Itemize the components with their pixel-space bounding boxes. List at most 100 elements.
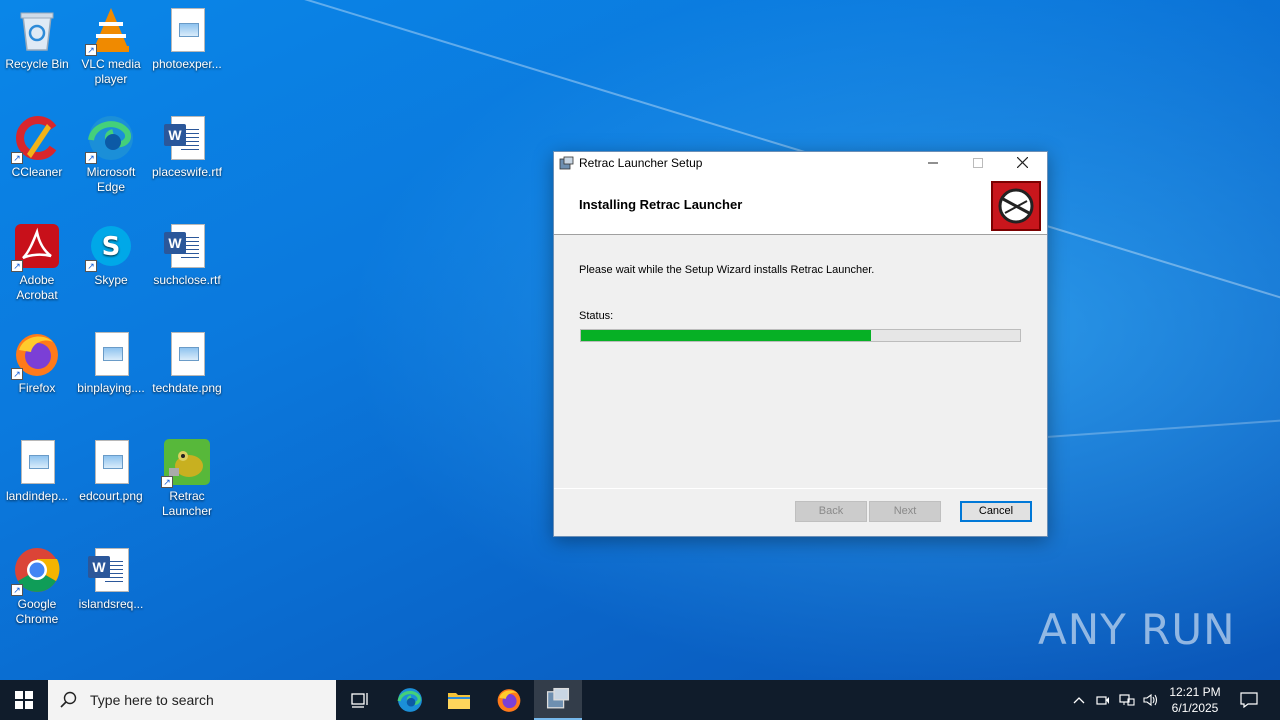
shortcut-arrow-icon: ↗ <box>11 584 23 596</box>
close-icon <box>1016 156 1029 169</box>
desktop-icon-label: Firefox <box>18 381 56 395</box>
installer-icon <box>546 687 570 709</box>
desktop-icon-label: Skype <box>94 273 128 287</box>
tray-meet-now[interactable] <box>1092 680 1114 720</box>
maximize-button <box>955 152 1000 175</box>
installer-icon <box>559 156 574 171</box>
tray-network[interactable] <box>1116 680 1138 720</box>
shortcut-arrow-icon: ↗ <box>11 368 23 380</box>
start-button[interactable] <box>0 680 48 720</box>
dialog-titlebar[interactable]: Retrac Launcher Setup <box>554 152 1047 175</box>
svg-text:S: S <box>102 232 121 262</box>
taskbar-file-explorer[interactable] <box>435 680 483 720</box>
camera-icon <box>1096 696 1109 705</box>
desktop-icon-placeswife[interactable]: W placeswife.rtf <box>149 108 225 180</box>
shortcut-arrow-icon: ↗ <box>11 152 23 164</box>
tray-volume[interactable] <box>1140 680 1162 720</box>
shortcut-arrow-icon: ↗ <box>85 44 97 56</box>
shortcut-arrow-icon: ↗ <box>85 260 97 272</box>
windows-logo-icon <box>15 691 33 709</box>
install-progress-bar <box>580 329 1021 342</box>
desktop-icon-label: islandsreq... <box>78 597 144 611</box>
taskbar-firefox[interactable] <box>485 680 533 720</box>
close-button[interactable] <box>1000 152 1045 175</box>
desktop-icon-recycle-bin[interactable]: Recycle Bin <box>0 0 75 72</box>
progress-fill <box>581 330 871 341</box>
image-file-icon <box>87 330 135 378</box>
image-file-icon <box>87 438 135 486</box>
show-hidden-icons-button[interactable] <box>1068 680 1090 720</box>
task-view-icon <box>351 693 368 708</box>
edge-icon <box>397 688 422 712</box>
search-icon <box>60 691 77 708</box>
search-placeholder: Type here to search <box>90 692 214 708</box>
desktop-icon-ccleaner[interactable]: ↗ CCleaner <box>0 108 75 180</box>
taskbar-retrac-setup[interactable] <box>534 680 582 720</box>
chevron-up-icon <box>1073 697 1085 704</box>
firefox-icon: ↗ <box>11 330 61 380</box>
desktop-icon-label: Adobe Acrobat <box>16 273 58 302</box>
recycle-bin-icon <box>13 6 61 54</box>
desktop-icon-label: binplaying.... <box>77 381 145 395</box>
desktop-icon-techdate[interactable]: techdate.png <box>149 324 225 396</box>
word-doc-icon: W <box>163 114 211 162</box>
action-center-button[interactable] <box>1232 680 1266 720</box>
volume-icon <box>1143 693 1158 707</box>
desktop-icon-firefox[interactable]: ↗ Firefox <box>0 324 75 396</box>
maximize-icon <box>972 158 983 168</box>
desktop-icon-suchclose[interactable]: W suchclose.rtf <box>149 216 225 288</box>
chrome-icon: ↗ <box>11 546 61 596</box>
image-file-icon <box>163 6 211 54</box>
retrac-launcher-icon: ↗ <box>161 438 211 488</box>
shortcut-arrow-icon: ↗ <box>161 476 173 488</box>
desktop-icon-edcourt[interactable]: edcourt.png <box>73 432 149 504</box>
desktop-icon-label: CCleaner <box>11 165 63 179</box>
desktop-icon-retrac-launcher[interactable]: ↗ Retrac Launcher <box>149 432 225 519</box>
desktop-icon-vlc[interactable]: ↗ VLC media player <box>73 0 149 87</box>
firefox-icon <box>497 689 521 712</box>
desktop-icon-label: Retrac Launcher <box>161 489 213 518</box>
desktop-icon-adobe-acrobat[interactable]: ↗ Adobe Acrobat <box>0 216 75 303</box>
desktop-icon-label: Microsoft Edge <box>86 165 136 194</box>
image-file-icon <box>163 330 211 378</box>
taskbar-clock[interactable]: 12:21 PM 6/1/2025 <box>1160 680 1230 720</box>
desktop-icon-label: placeswife.rtf <box>151 165 223 179</box>
shortcut-arrow-icon: ↗ <box>11 260 23 272</box>
minimize-icon <box>927 162 938 164</box>
minimize-button[interactable] <box>910 152 955 175</box>
vlc-icon: ↗ <box>85 6 135 56</box>
desktop-icon-label: techdate.png <box>152 381 222 395</box>
taskbar: Type here to search 12:21 PM 6/1/2025 <box>0 680 1280 720</box>
desktop-icon-label: suchclose.rtf <box>153 273 221 287</box>
taskbar-edge[interactable] <box>386 680 434 720</box>
desktop-icon-google-chrome[interactable]: ↗ Google Chrome <box>0 540 75 627</box>
install-message: Please wait while the Setup Wizard insta… <box>579 264 875 276</box>
desktop-icon-photoexper[interactable]: photoexper... <box>149 0 225 72</box>
cancel-button[interactable]: Cancel <box>960 501 1032 522</box>
taskbar-search-box[interactable]: Type here to search <box>48 680 336 720</box>
desktop-icon-skype[interactable]: S ↗ Skype <box>73 216 149 288</box>
folder-icon <box>448 693 470 709</box>
ccleaner-icon: ↗ <box>11 114 61 164</box>
shortcut-arrow-icon: ↗ <box>85 152 97 164</box>
task-view-button[interactable] <box>336 680 384 720</box>
desktop-icon-label: landindep... <box>5 489 69 503</box>
anyrun-watermark: ANY RUN <box>1038 605 1236 654</box>
network-icon <box>1119 694 1135 706</box>
dialog-title: Retrac Launcher Setup <box>579 156 703 170</box>
notification-icon <box>1240 692 1258 708</box>
desktop-icon-islandsreq[interactable]: W islandsreq... <box>73 540 149 612</box>
desktop-icon-label: photoexper... <box>152 57 222 71</box>
header-title: Installing Retrac Launcher <box>579 197 743 212</box>
setup-dialog: Retrac Launcher Setup Installing Retrac … <box>553 151 1048 537</box>
footer-separator <box>554 488 1047 489</box>
desktop-icon-binplaying[interactable]: binplaying.... <box>73 324 149 396</box>
desktop-icon-microsoft-edge[interactable]: ↗ Microsoft Edge <box>73 108 149 195</box>
edge-icon: ↗ <box>85 114 135 164</box>
product-logo-icon <box>991 181 1041 231</box>
word-doc-icon: W <box>163 222 211 270</box>
skype-icon: S ↗ <box>85 222 135 272</box>
status-label: Status: <box>579 310 614 322</box>
desktop-icon-landindep[interactable]: landindep... <box>0 432 75 504</box>
desktop-icon-label: Google Chrome <box>15 597 59 626</box>
